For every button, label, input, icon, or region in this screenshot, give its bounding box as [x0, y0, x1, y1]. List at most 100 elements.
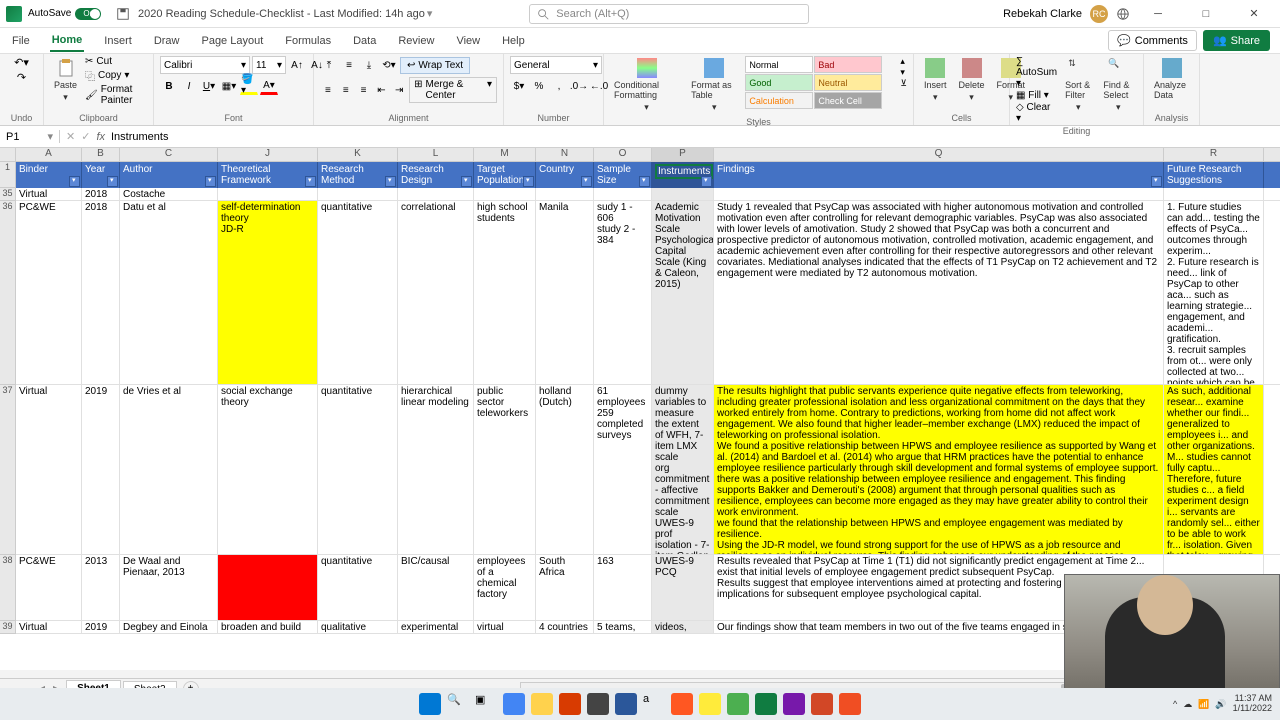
cell[interactable]: Academic Motivation Scale Psychological …: [652, 201, 714, 384]
row-header[interactable]: 37: [0, 385, 16, 555]
cell[interactable]: [594, 188, 652, 200]
col-header[interactable]: Q: [714, 148, 1164, 161]
style-neutral[interactable]: Neutral: [814, 74, 882, 91]
table-row[interactable]: PC&WE2018Datu et alself-determination th…: [16, 201, 1280, 385]
cell[interactable]: self-determination theory JD-R: [218, 201, 318, 384]
format-painter-button[interactable]: 🖌 Format Painter: [85, 84, 147, 106]
select-all-corner[interactable]: [0, 148, 16, 161]
inc-decimal-button[interactable]: .0→: [570, 77, 588, 95]
delete-cells-button[interactable]: Delete▾: [955, 56, 989, 105]
border-button[interactable]: ▦▾: [220, 77, 238, 95]
powerpoint-icon[interactable]: [811, 693, 833, 715]
col-header[interactable]: N: [536, 148, 594, 161]
currency-button[interactable]: $▾: [510, 77, 528, 95]
system-clock[interactable]: 11:37 AM1/11/2022: [1233, 694, 1272, 714]
cell[interactable]: [218, 555, 318, 620]
increase-font-button[interactable]: A↑: [288, 56, 306, 74]
style-check-cell[interactable]: Check Cell: [814, 92, 882, 109]
align-left-button[interactable]: ≡: [320, 81, 336, 99]
title-dropdown-icon[interactable]: ▾: [427, 7, 433, 20]
table-row[interactable]: Virtual2018Costache: [16, 188, 1280, 201]
percent-button[interactable]: %: [530, 77, 548, 95]
amazon-icon[interactable]: a: [643, 693, 665, 715]
header-sample[interactable]: Sample Size: [594, 162, 652, 188]
cell[interactable]: [398, 188, 474, 200]
col-header[interactable]: M: [474, 148, 536, 161]
word-icon[interactable]: [615, 693, 637, 715]
cell[interactable]: BIC/causal: [398, 555, 474, 620]
filter-icon[interactable]: [385, 176, 396, 187]
tab-view[interactable]: View: [454, 31, 482, 51]
col-header[interactable]: R: [1164, 148, 1264, 161]
indent-inc-button[interactable]: ⇥: [391, 81, 407, 99]
italic-button[interactable]: I: [180, 77, 198, 95]
tray-chevron-icon[interactable]: ^: [1173, 699, 1177, 709]
col-header[interactable]: A: [16, 148, 82, 161]
cell[interactable]: quantitative: [318, 201, 398, 384]
cell[interactable]: 163: [594, 555, 652, 620]
merge-center-button[interactable]: ⊞ Merge & Center ▾: [409, 77, 497, 103]
filter-icon[interactable]: [69, 176, 80, 187]
app-icon[interactable]: [587, 693, 609, 715]
cell[interactable]: correlational: [398, 201, 474, 384]
style-normal[interactable]: Normal: [745, 56, 813, 73]
cell[interactable]: dummy variables to measure the extent of…: [652, 385, 714, 554]
style-good[interactable]: Good: [745, 74, 813, 91]
orientation-button[interactable]: ⟲▾: [380, 56, 398, 74]
close-button[interactable]: ✕: [1234, 0, 1274, 28]
filter-icon[interactable]: [205, 176, 216, 187]
cell[interactable]: 61 employees 259 completed surveys: [594, 385, 652, 554]
maximize-button[interactable]: □: [1186, 0, 1226, 28]
app-icon[interactable]: [699, 693, 721, 715]
col-header[interactable]: K: [318, 148, 398, 161]
analyze-data-button[interactable]: Analyze Data: [1150, 56, 1193, 102]
filter-icon[interactable]: [107, 176, 118, 187]
header-population[interactable]: Target Population: [474, 162, 536, 188]
fill-color-button[interactable]: 🪣▾: [240, 77, 258, 95]
col-header[interactable]: J: [218, 148, 318, 161]
tab-review[interactable]: Review: [396, 31, 436, 51]
filter-icon[interactable]: [701, 176, 712, 187]
cell[interactable]: social exchange theory: [218, 385, 318, 554]
minimize-button[interactable]: ─: [1138, 0, 1178, 28]
app-icon[interactable]: [839, 693, 861, 715]
share-button[interactable]: 👥 Share: [1203, 30, 1270, 51]
align-top-button[interactable]: ⤒: [320, 56, 338, 74]
cell[interactable]: Datu et al: [120, 201, 218, 384]
tab-help[interactable]: Help: [500, 31, 527, 51]
cell[interactable]: de Vries et al: [120, 385, 218, 554]
copy-button[interactable]: ⿻ Copy ▾: [85, 68, 147, 83]
accept-formula-icon[interactable]: ✓: [81, 130, 90, 143]
cell[interactable]: UWES-9 PCQ: [652, 555, 714, 620]
cell[interactable]: 2018: [82, 188, 120, 200]
cell[interactable]: broaden and build: [218, 621, 318, 633]
fx-icon[interactable]: fx: [96, 131, 105, 143]
tray-volume-icon[interactable]: 🔊: [1215, 699, 1226, 710]
file-explorer-icon[interactable]: [531, 693, 553, 715]
redo-button[interactable]: ↷: [17, 71, 26, 84]
conditional-formatting-button[interactable]: Conditional Formatting▾: [610, 56, 683, 115]
cell[interactable]: experimental: [398, 621, 474, 633]
filter-icon[interactable]: [461, 176, 472, 187]
cell[interactable]: quantitative: [318, 555, 398, 620]
tab-file[interactable]: File: [10, 31, 32, 51]
name-box[interactable]: P1▾: [0, 130, 60, 143]
cell[interactable]: [474, 188, 536, 200]
cell-styles-gallery[interactable]: Normal Bad Good Neutral Calculation Chec…: [745, 56, 896, 109]
header-method[interactable]: Research Method: [318, 162, 398, 188]
style-calculation[interactable]: Calculation: [745, 92, 813, 109]
row-header[interactable]: 38: [0, 555, 16, 621]
align-middle-button[interactable]: ≡: [340, 56, 358, 74]
tab-page-layout[interactable]: Page Layout: [199, 31, 265, 51]
col-header-selected[interactable]: P: [652, 148, 714, 161]
comma-button[interactable]: ,: [550, 77, 568, 95]
cell[interactable]: 2013: [82, 555, 120, 620]
taskbar-search-icon[interactable]: 🔍: [447, 693, 469, 715]
cell[interactable]: videos, essays,: [652, 621, 714, 633]
header-year[interactable]: Year: [82, 162, 120, 188]
autosave-toggle[interactable]: AutoSave On: [28, 8, 116, 20]
header-findings[interactable]: Findings: [714, 162, 1164, 188]
app-icon[interactable]: [727, 693, 749, 715]
row-header[interactable]: 39: [0, 621, 16, 634]
cell[interactable]: hierarchical linear modeling: [398, 385, 474, 554]
